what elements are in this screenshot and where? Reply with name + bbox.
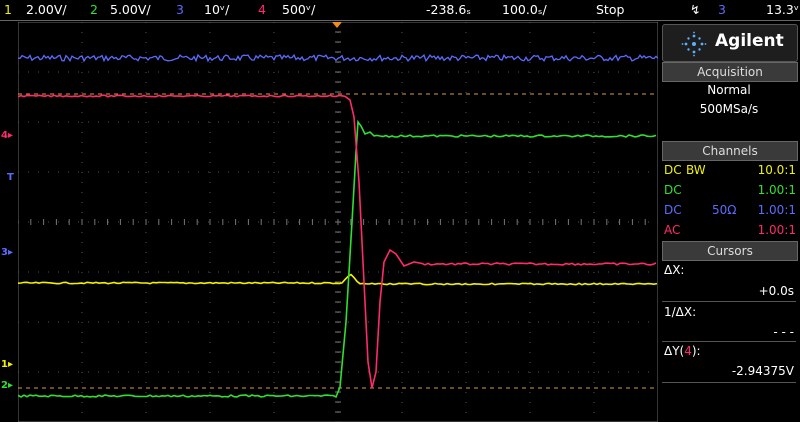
delta-x-label: ΔX: [664,263,685,277]
ch1-ground-marker[interactable]: 1▸ [1,359,13,370]
delta-y-label: ΔY(4): [664,344,701,358]
ch3-ground-marker[interactable]: 3▸ [1,247,13,258]
delta-x-value: +0.0s [758,284,794,298]
channel-row-2[interactable]: DC 1.00:1 [664,183,796,199]
ch4-number[interactable]: 4 [258,2,266,17]
status-bar: 1 2.00V/ 2 5.00V/ 3 10ᵛ/ 4 500ᵛ/ -238.6ₛ… [0,0,800,21]
brand-name: Agilent [715,31,784,51]
channel-row-1[interactable]: DC BW 10.0:1 [664,163,796,179]
cursors-header[interactable]: Cursors [662,241,798,261]
channel-row-3[interactable]: DC 50Ω 1.00:1 [664,203,796,219]
ch1-number[interactable]: 1 [4,2,12,17]
ch2-number[interactable]: 2 [90,2,98,17]
run-state[interactable]: Stop [596,2,624,17]
channel-row-4[interactable]: AC 1.00:1 [664,223,796,239]
trigger-channel[interactable]: 3 [718,2,726,17]
inverse-delta-x-value: - - - [773,325,794,339]
ch4-ground-marker[interactable]: 4▸ [1,130,13,141]
ch3-number[interactable]: 3 [176,2,184,17]
inverse-delta-x-label: 1/ΔX: [664,305,697,319]
cursor-divider-3 [662,382,796,383]
delta-y-value: -2.94375V [731,364,794,378]
waveform-display[interactable] [18,22,658,422]
trigger-level-marker[interactable]: T [7,172,14,183]
channels-header[interactable]: Channels [662,141,798,161]
time-scale[interactable]: 100.0ₛ/ [502,2,547,17]
ch2-scale[interactable]: 5.00V/ [110,2,151,17]
acquisition-mode: Normal [707,83,751,97]
agilent-spark-icon [681,31,707,57]
trigger-edge-icon: ↯ [690,2,701,17]
ch4-scale[interactable]: 500ᵛ/ [282,2,315,17]
cursor-divider-2 [662,341,796,342]
side-panel: Agilent Acquisition Normal 500MSa/s Chan… [660,22,800,422]
brand-logo: Agilent [662,24,798,62]
cursor-divider-1 [662,301,796,302]
ch3-scale[interactable]: 10ᵛ/ [204,2,229,17]
ch2-ground-marker[interactable]: 2▸ [1,380,13,391]
ch1-scale[interactable]: 2.00V/ [26,2,67,17]
sample-rate: 500MSa/s [699,102,759,116]
time-position[interactable]: -238.6ₛ [426,2,471,17]
trigger-level[interactable]: 13.3ᵛ [766,2,799,17]
acquisition-header[interactable]: Acquisition [662,62,798,82]
